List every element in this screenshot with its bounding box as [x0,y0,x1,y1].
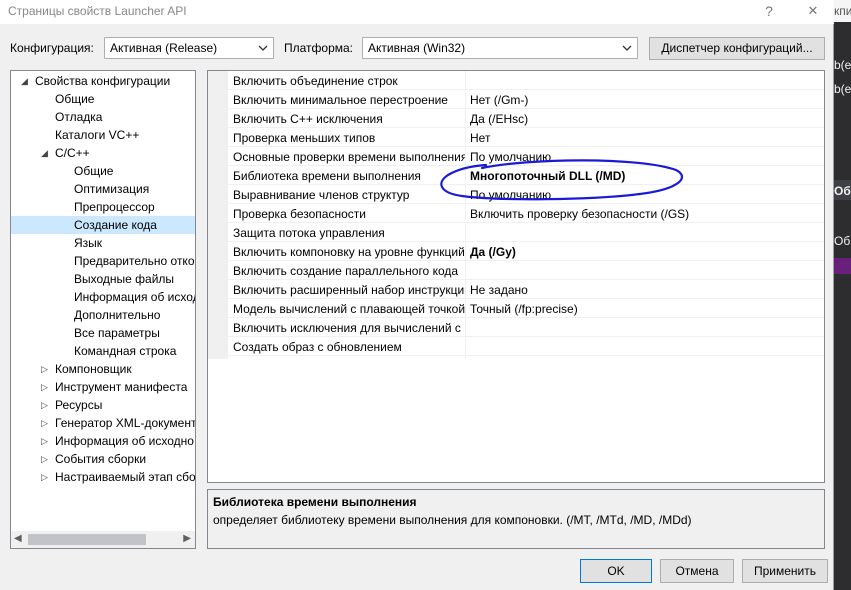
background-text: b(e [834,82,851,96]
background-text: кпи [834,4,851,18]
background-text: Об [834,184,851,198]
background-icon [834,258,851,274]
hand-drawn-ellipse-annotation [440,159,683,201]
background-text: Об [834,234,851,248]
background-text: b(e [834,58,851,72]
property-pages-dialog: Страницы свойств Launcher API ? ✕ Конфиг… [0,0,834,590]
background-window-edge: кпи b(e b(e Об Об [834,0,851,590]
